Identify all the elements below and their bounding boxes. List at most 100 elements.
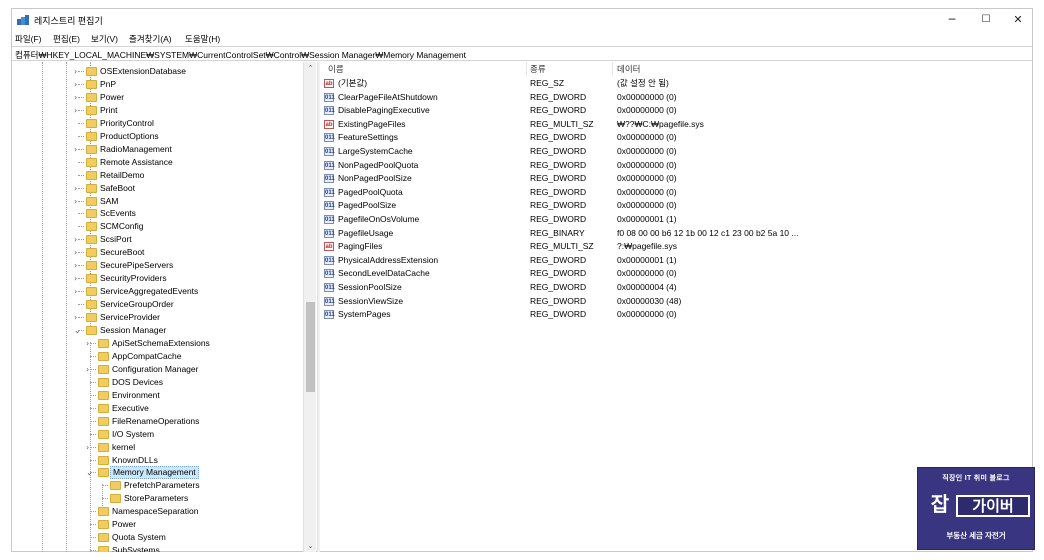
tree-item[interactable]: › Power [12,91,302,104]
tree-item[interactable]: Remote Assistance [12,156,302,169]
value-row[interactable]: 011 PagedPoolSize REG_DWORD 0x00000000 (0) [320,199,1032,213]
tree-item[interactable]: PriorityControl [12,117,302,130]
tree-item[interactable]: › SecurityProviders [12,272,302,285]
tree-item[interactable]: KnownDLLs [12,454,302,467]
value-row[interactable]: 011 PagefileUsage REG_BINARY f0 08 00 00 b6… [320,227,1032,241]
expand-chevron-icon[interactable]: › [86,337,94,350]
tree-item[interactable]: › Configuration Manager [12,363,302,376]
string-value-icon: ab [324,79,334,88]
tree-item[interactable]: DOS Devices [12,376,302,389]
tree-item[interactable]: AppCompatCache [12,350,302,363]
tree-item[interactable]: I/O System [12,428,302,441]
tree-item[interactable]: › ScsiPort [12,233,302,246]
menu-file[interactable]: 파일(F) [15,33,42,45]
tree-item[interactable]: › ServiceAggregatedEvents [12,285,302,298]
value-row[interactable]: ab PagingFiles REG_MULTI_SZ ?:₩pagefile.sys [320,240,1032,254]
tree-item[interactable]: SubSystems [12,544,302,552]
title-bar[interactable]: 레지스트리 편집기 ─ ☐ ✕ [12,9,1032,31]
scroll-down-icon[interactable]: ⌄ [304,540,317,552]
tree-item[interactable]: RetailDemo [12,169,302,182]
string-value-icon: ab [324,242,334,252]
value-row[interactable]: ab (기본값) REG_SZ (값 설정 안 됨) [320,77,1032,91]
tree-item[interactable]: › SecurePipeServers [12,259,302,272]
expand-chevron-icon[interactable]: › [74,91,82,104]
value-row[interactable]: 011 SystemPages REG_DWORD 0x00000000 (0) [320,308,1032,322]
tree-item[interactable]: › SafeBoot [12,182,302,195]
tree-item[interactable]: StoreParameters [12,492,302,505]
expand-chevron-icon[interactable]: › [74,195,82,208]
expand-chevron-icon[interactable]: › [74,311,82,324]
close-button[interactable]: ✕ [1004,12,1032,28]
value-row[interactable]: 011 NonPagedPoolQuota REG_DWORD 0x00000000 … [320,159,1032,173]
tree-item[interactable]: ⌄ Memory Management [12,466,302,480]
expand-chevron-icon[interactable]: › [74,285,82,298]
tree-item[interactable]: SCMConfig [12,220,302,233]
expand-chevron-icon[interactable]: › [74,104,82,117]
expand-chevron-icon[interactable]: › [74,65,82,78]
value-row[interactable]: ab ExistingPageFiles REG_MULTI_SZ ₩??₩C:₩pa… [320,118,1032,132]
tree-scrollbar[interactable]: ⌃ ⌄ [303,62,316,552]
expand-chevron-icon[interactable]: › [74,182,82,195]
tree-item[interactable]: › SecureBoot [12,246,302,259]
tree-item[interactable]: ProductOptions [12,130,302,143]
menu-edit[interactable]: 편집(E) [53,33,80,45]
address-path[interactable]: 컴퓨터₩HKEY_LOCAL_MACHINE₩SYSTEM₩CurrentCon… [15,49,466,61]
column-separator[interactable] [612,62,613,76]
value-row[interactable]: 011 SessionPoolSize REG_DWORD 0x00000004 (4… [320,281,1032,295]
tree-item[interactable]: Quota System [12,531,302,544]
value-row[interactable]: 011 NonPagedPoolSize REG_DWORD 0x00000000 (… [320,172,1032,186]
expand-chevron-icon[interactable]: › [74,246,82,259]
expand-chevron-icon[interactable]: › [74,259,82,272]
expand-chevron-icon[interactable]: › [74,143,82,156]
minimize-button[interactable]: ─ [938,12,966,28]
value-type: REG_DWORD [530,200,587,211]
collapse-chevron-icon[interactable]: ⌄ [74,324,82,337]
tree-item[interactable]: NamespaceSeparation [12,505,302,518]
tree-item[interactable]: FileRenameOperations [12,415,302,428]
column-header-name[interactable]: 이름 [328,62,344,76]
expand-chevron-icon[interactable]: › [86,363,94,376]
address-bar[interactable]: 컴퓨터₩HKEY_LOCAL_MACHINE₩SYSTEM₩CurrentCon… [12,46,1032,61]
tree-item[interactable]: › kernel [12,441,302,454]
tree-item[interactable]: › RadioManagement [12,143,302,156]
value-row[interactable]: 011 ClearPageFileAtShutdown REG_DWORD 0x000… [320,91,1032,105]
value-row[interactable]: 011 PagefileOnOsVolume REG_DWORD 0x00000001… [320,213,1032,227]
tree-item[interactable]: Executive [12,402,302,415]
menu-help[interactable]: 도움말(H) [185,33,220,45]
value-row[interactable]: 011 PhysicalAddressExtension REG_DWORD 0x00… [320,254,1032,268]
tree-item[interactable]: › OSExtensionDatabase [12,65,302,78]
tree-item[interactable]: ScEvents [12,207,302,220]
expand-chevron-icon[interactable]: › [74,272,82,285]
menu-view[interactable]: 보기(V) [91,33,118,45]
tree-item[interactable]: › ApiSetSchemaExtensions [12,337,302,350]
expand-chevron-icon[interactable]: › [74,78,82,91]
scrollbar-thumb[interactable] [306,302,315,392]
tree-item[interactable]: PrefetchParameters [12,479,302,492]
value-row[interactable]: 011 LargeSystemCache REG_DWORD 0x00000000 (… [320,145,1032,159]
folder-icon [98,390,109,400]
scroll-up-icon[interactable]: ⌃ [304,62,317,74]
maximize-button[interactable]: ☐ [972,12,1000,28]
tree-item[interactable]: › SAM [12,195,302,208]
value-type: REG_MULTI_SZ [530,241,594,252]
tree-item[interactable]: ServiceGroupOrder [12,298,302,311]
tree-item-label: Remote Assistance [100,156,173,167]
tree-item[interactable]: Environment [12,389,302,402]
tree-item[interactable]: › PnP [12,78,302,91]
value-row[interactable]: 011 PagedPoolQuota REG_DWORD 0x00000000 (0) [320,186,1032,200]
column-header-data[interactable]: 데이터 [617,62,640,76]
collapse-chevron-icon[interactable]: ⌄ [86,466,94,479]
tree-item[interactable]: › Print [12,104,302,117]
column-separator[interactable] [526,62,527,76]
tree-item[interactable]: ⌄ Session Manager [12,324,302,337]
menu-favorites[interactable]: 즐겨찾기(A) [129,33,172,45]
value-row[interactable]: 011 FeatureSettings REG_DWORD 0x00000000 (0… [320,131,1032,145]
column-header-type[interactable]: 종류 [530,62,546,76]
tree-item[interactable]: Power [12,518,302,531]
tree-item[interactable]: › ServiceProvider [12,311,302,324]
value-row[interactable]: 011 SessionViewSize REG_DWORD 0x00000030 (4… [320,295,1032,309]
expand-chevron-icon[interactable]: › [86,441,94,454]
expand-chevron-icon[interactable]: › [74,233,82,246]
value-row[interactable]: 011 SecondLevelDataCache REG_DWORD 0x000000… [320,267,1032,281]
value-row[interactable]: 011 DisablePagingExecutive REG_DWORD 0x0000… [320,104,1032,118]
